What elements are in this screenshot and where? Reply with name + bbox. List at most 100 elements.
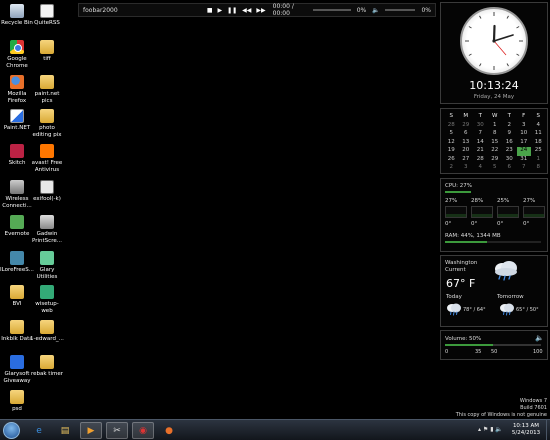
calendar-day-today[interactable]: 24 [516,147,531,156]
calendar-day[interactable]: 6 [459,130,474,139]
volume-slider[interactable] [445,344,541,346]
calendar-day[interactable]: 3 [459,164,474,173]
calendar-day[interactable]: 11 [531,130,546,139]
calendar-day[interactable]: 5 [444,130,459,139]
speaker-icon[interactable]: 🔈 [372,7,379,14]
desktop-icon-firefox[interactable]: Mozilla Firefox [0,75,34,104]
calendar-day[interactable]: 16 [502,139,517,148]
calendar-day[interactable]: 7 [517,164,532,173]
clock-gadget[interactable]: 10:13:24 Friday, 24 May [440,2,548,104]
wisetup-icon [40,285,54,299]
calendar-day[interactable]: 2 [444,164,459,173]
calendar-day[interactable]: 17 [517,139,532,148]
weather-gadget[interactable]: Washington Current 67° F Today Tomorrow … [440,255,548,327]
calendar-day[interactable]: 10 [517,130,532,139]
previous-icon[interactable]: ◀◀ [242,7,251,14]
play-icon[interactable]: ▶ [217,7,222,14]
calendar-day[interactable]: 3 [517,122,532,131]
desktop-icon-rebak-timer[interactable]: rebak timer [30,355,64,378]
start-button[interactable] [3,422,20,439]
calendar-day[interactable]: 4 [473,164,488,173]
calendar-day[interactable]: 30 [502,156,517,165]
player-seek-bar[interactable] [313,9,351,11]
calendar-day[interactable]: 27 [459,156,474,165]
calendar-grid: S M T W T F S 28 29 30 1 2 3 4 5 6 7 8 9… [444,113,546,173]
desktop-icon-exiftool[interactable]: exifool(-k) [30,180,64,203]
calendar-day[interactable]: 8 [531,164,546,173]
media-player-icon[interactable]: ▶ [80,422,102,439]
taskbar-clock[interactable]: 10:13 AM 5/24/2013 [508,423,544,437]
player-volume-bar[interactable] [384,9,416,11]
desktop-icon-evernote[interactable]: Evernote [0,215,34,238]
desktop-icon-inkblk-data[interactable]: Inkblk Data [0,320,34,343]
calendar-day[interactable]: 18 [531,139,546,148]
volume-tick: 35 [475,349,482,355]
desktop-icon-bvi[interactable]: BVI [0,285,34,308]
calendar-day[interactable]: 1 [488,122,503,131]
desktop-icon-wireless[interactable]: Wireless Connecti... [0,180,34,209]
desktop-icon-photo-editing-pix[interactable]: photo editing pix [30,109,64,138]
snipping-tool-icon[interactable]: ✂ [106,422,128,439]
calendar-day[interactable]: 20 [459,147,474,156]
desktop-icon-psd[interactable]: psd [0,390,34,413]
cpu-meter-gadget[interactable]: CPU: 27% 27% 0° 28% 0° 25% 0° 27% 0° RAM… [440,178,548,252]
wireless-icon [10,180,24,194]
calendar-day[interactable]: 22 [488,147,503,156]
firefox-taskbar-icon[interactable]: ● [158,422,180,439]
calendar-day[interactable]: 23 [502,147,517,156]
player-title: foobar2000 [83,6,118,14]
calendar-day[interactable]: 26 [444,156,459,165]
watermark-line: Build 7601 [520,405,547,411]
cpu-core: 25% 0° [497,198,519,227]
desktop-icon-paint-net[interactable]: Paint.NET [0,109,34,132]
calendar-day[interactable]: 28 [444,122,459,131]
desktop-icon-1-edward[interactable]: 1-edward_... [30,320,64,343]
calendar-day[interactable]: 15 [488,139,503,148]
desktop-icon-quiterss[interactable]: QuiteRSS [30,4,64,27]
calendar-day[interactable]: 14 [473,139,488,148]
desktop-icon-chrome[interactable]: Google Chrome [0,40,34,69]
desktop-icon-glary-utilities[interactable]: Glary Utilities [30,251,64,280]
calendar-day[interactable]: 8 [488,130,503,139]
show-desktop-button[interactable] [546,420,550,440]
calendar-day[interactable]: 1 [531,156,546,165]
speaker-icon[interactable]: 🔈 [535,334,544,342]
desktop-icon-skitch[interactable]: Skitch [0,144,34,167]
calendar-day[interactable]: 29 [459,122,474,131]
pause-icon[interactable]: ❚❚ [227,7,237,14]
calendar-day[interactable]: 5 [488,164,503,173]
calendar-day[interactable]: 6 [502,164,517,173]
desktop-icon-wisetup-web[interactable]: wisetup-web [30,285,64,314]
desktop-icon-paint-net-pics[interactable]: paint.net pics [30,75,64,104]
chrome-taskbar-icon[interactable]: ◉ [132,422,154,439]
calendar-day[interactable]: 21 [473,147,488,156]
calendar-day[interactable]: 12 [444,139,459,148]
desktop-icon-recycle-bin[interactable]: Recycle Bin [0,4,34,27]
volume-gadget[interactable]: Volume: 50% 🔈 0 35 50 100 [440,330,548,360]
calendar-day[interactable]: 4 [531,122,546,131]
desktop-icon-avast[interactable]: avast! Free Antivirus [30,144,64,173]
internet-explorer-icon[interactable]: e [28,422,50,439]
desktop-icon-glarysoft-giveaway[interactable]: Glarysoft Giveaway [0,355,34,384]
chrome-icon [10,40,24,54]
calendar-day[interactable]: 28 [473,156,488,165]
stop-icon[interactable]: ■ [207,7,213,14]
calendar-day[interactable]: 25 [531,147,546,156]
file-explorer-icon[interactable]: ▤ [54,422,76,439]
calendar-day[interactable]: 7 [473,130,488,139]
next-icon[interactable]: ▶▶ [256,7,265,14]
calendar-day[interactable]: 2 [502,122,517,131]
calendar-day[interactable]: 19 [444,147,459,156]
calendar-day[interactable]: 29 [488,156,503,165]
calendar-gadget[interactable]: S M T W T F S 28 29 30 1 2 3 4 5 6 7 8 9… [440,108,548,174]
taskbar-time: 10:13 AM [512,423,540,429]
calendar-day[interactable]: 31 [517,156,532,165]
folder-icon [10,285,24,299]
calendar-day[interactable]: 9 [502,130,517,139]
system-tray[interactable]: ▴ ⚑ ▮ 🔈 [478,426,503,433]
desktop-icon-tiff[interactable]: tiff [30,40,64,63]
desktop-icon-ilorefrees[interactable]: ILoreFreeS... [0,251,34,274]
desktop-icon-gadwin[interactable]: Gadwin PrintScre... [30,215,64,244]
calendar-day[interactable]: 30 [473,122,488,131]
calendar-day[interactable]: 13 [459,139,474,148]
